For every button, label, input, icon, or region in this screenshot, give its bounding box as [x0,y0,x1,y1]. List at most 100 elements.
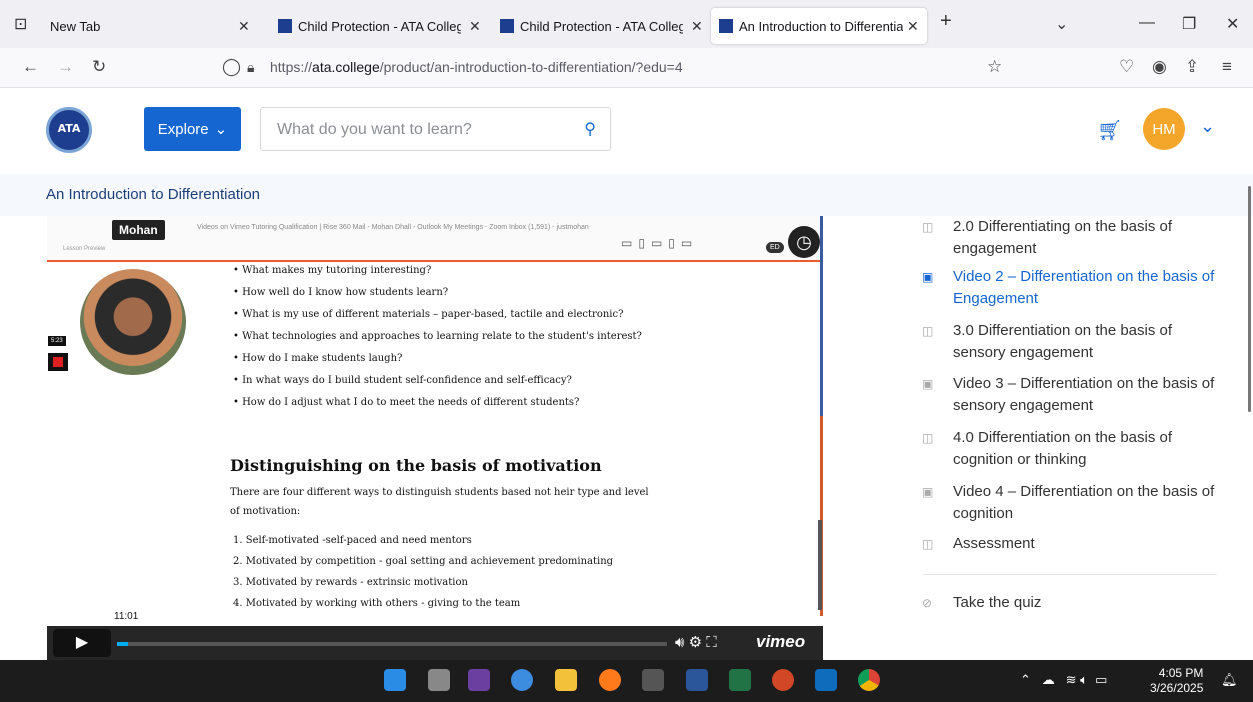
chrome-icon[interactable] [858,669,880,691]
divider [820,216,823,416]
account-icon[interactable]: ◉ [1152,57,1167,77]
close-icon[interactable]: ✕ [469,18,481,35]
search-placeholder: What do you want to learn? [277,121,472,138]
bullet-list: • What makes my tutoring interesting? • … [233,260,642,414]
explore-button[interactable]: Explore ⌄ [144,107,241,151]
device-preview-icons: ▭▯▭▯▭ [621,236,699,250]
play-button[interactable]: ▶ [53,629,111,657]
divider [923,574,1217,575]
lesson-preview-label: Lesson Preview [63,246,106,252]
powerpoint-icon[interactable] [772,669,794,691]
pocket-icon[interactable]: ♡ [1119,57,1134,77]
cloud-icon[interactable]: ☁ [1042,672,1055,687]
lesson-item-label: Video 2 – Differentiation on the basis o… [953,268,1215,307]
volume-icon[interactable]: 🔊︎ [675,634,684,651]
tab-child-protection-1[interactable]: Child Protection - ATA College ✕ [278,8,483,44]
list-tabs-chevron-icon[interactable]: ⌄ [1055,14,1068,34]
chevron-down-icon: ⌄ [214,121,228,138]
watch-later-clock-icon[interactable]: ◷ [788,226,820,258]
task-view-icon[interactable] [428,669,450,691]
close-icon[interactable]: ✕ [691,18,703,35]
chevron-down-icon[interactable]: ⌄ [1200,116,1215,137]
search-field[interactable]: What do you want to learn? ⚲ [260,107,611,151]
tab-new-tab[interactable]: New Tab ✕ [50,8,260,44]
settings-gear-icon[interactable]: ⚙ [689,634,702,651]
control-icons: 🔊︎ ⚙ ⛶ [675,633,717,651]
app-icon[interactable] [468,669,490,691]
outlook-icon[interactable] [815,669,837,691]
cart-icon[interactable]: 🛒︎ [1097,118,1122,143]
avatar[interactable]: HM [1143,108,1185,150]
lesson-sidebar: ◫ 2.0 Differentiating on the basis of en… [920,216,1220,660]
browser-nav-bar: ← → ↻ ◯ 🔒︎ https://ata.college/product/a… [0,48,1253,88]
search-icon[interactable]: ⚲ [584,119,596,139]
new-tab-icon[interactable]: + [940,10,952,33]
video-icon: ▣ [922,270,934,284]
wifi-icon[interactable]: ≋ [1066,672,1077,687]
system-tray: ⌃ ☁ ≋ 🔈︎ ▭ [1020,672,1107,688]
ata-favicon-icon [278,19,292,33]
video-recorded-browser-bar: Videos on Vimeo Tutoring Qualification |… [47,216,823,262]
firefox-icon[interactable] [599,669,621,691]
ata-college-logo[interactable]: ATA [46,107,92,153]
list-item: • How do I make students laugh? [233,353,403,364]
tab-child-protection-2[interactable]: Child Protection - ATA College ✕ [500,8,705,44]
excel-icon[interactable] [729,669,751,691]
recorded-tabs-text: Videos on Vimeo Tutoring Qualification |… [197,224,589,231]
close-icon[interactable]: ✕ [907,18,919,35]
video-icon: ▣ [922,377,934,391]
url-domain: ata.college [312,59,380,75]
lesson-item-label: Video 3 – Differentiation on the basis o… [953,375,1215,414]
chevron-up-icon[interactable]: ⌃ [1020,672,1031,687]
notification-bell-icon[interactable]: 🔔︎ [1221,672,1238,688]
video-player[interactable]: Videos on Vimeo Tutoring Qualification |… [47,216,823,660]
bookmark-star-icon[interactable]: ☆ [987,57,1002,77]
app-icon[interactable] [511,669,533,691]
reload-icon[interactable]: ↻ [92,57,106,77]
url-prefix: https:// [270,59,313,75]
file-explorer-icon[interactable] [555,669,577,691]
shield-icon[interactable]: ◯ [222,57,241,77]
taskbar-clock[interactable]: 4:05 PM 3/26/2025 [1150,666,1203,696]
windows-taskbar: ⌃ ☁ ≋ 🔈︎ ▭ 4:05 PM 3/26/2025 🔔︎ [0,660,1253,702]
time-tooltip: 11:01 [109,610,144,623]
course-title-bar: An Introduction to Differentiation [0,174,1253,216]
lesson-item-label: 3.0 Differentiation on the basis of sens… [953,322,1173,361]
list-item: 1. Self-motivated -self-paced and need m… [233,535,472,546]
lesson-item-label: 2.0 Differentiating on the basis of enga… [953,218,1173,257]
avatar-initials: HM [1152,120,1176,138]
vimeo-logo[interactable]: vimeo [756,632,805,652]
fullscreen-icon[interactable]: ⛶ [706,634,717,651]
logo-text: ATA [57,122,81,135]
progress-bar[interactable] [117,642,667,646]
back-icon[interactable]: ← [22,57,39,77]
tab-label: An Introduction to Differentiatic [739,18,903,34]
book-icon: ◫ [922,220,934,234]
restore-icon[interactable]: ❐ [1182,14,1196,34]
word-icon[interactable] [686,669,708,691]
window-close-icon[interactable]: ✕ [1226,14,1239,34]
minimize-icon[interactable]: — [1139,14,1155,32]
list-item: • In what ways do I build student self-c… [233,375,572,386]
close-icon[interactable]: ✕ [238,18,250,35]
speaker-icon[interactable]: 🔈︎ [1080,672,1088,687]
calendar-icon[interactable] [642,669,664,691]
address-bar[interactable]: https://ata.college/product/an-introduct… [270,59,683,75]
screen: ⊡ New Tab ✕ Child Protection - ATA Colle… [0,0,1253,702]
list-item: • What makes my tutoring interesting? [233,265,432,276]
menu-icon[interactable]: ≡ [1222,57,1232,77]
page-scrollbar[interactable] [1248,186,1251,412]
recording-timer: 5:23 [48,336,66,346]
extensions-icon[interactable]: ⇪ [1185,57,1199,77]
forward-icon[interactable]: → [57,57,74,77]
presenter-webcam-image [80,269,186,375]
start-windows-icon[interactable] [384,669,406,691]
content-scrollbar[interactable] [818,520,822,610]
lesson-item-label: Video 4 – Differentiation on the basis o… [953,483,1215,522]
course-title: An Introduction to Differentiation [46,186,261,203]
tab-overview-icon[interactable]: ⊡ [14,14,27,34]
lock-icon[interactable]: 🔒︎ [247,59,254,76]
browser-tab-strip: ⊡ New Tab ✕ Child Protection - ATA Colle… [0,0,1253,48]
battery-icon[interactable]: ▭ [1095,672,1107,687]
tab-introduction-differentiation[interactable]: An Introduction to Differentiatic ✕ [711,8,927,44]
